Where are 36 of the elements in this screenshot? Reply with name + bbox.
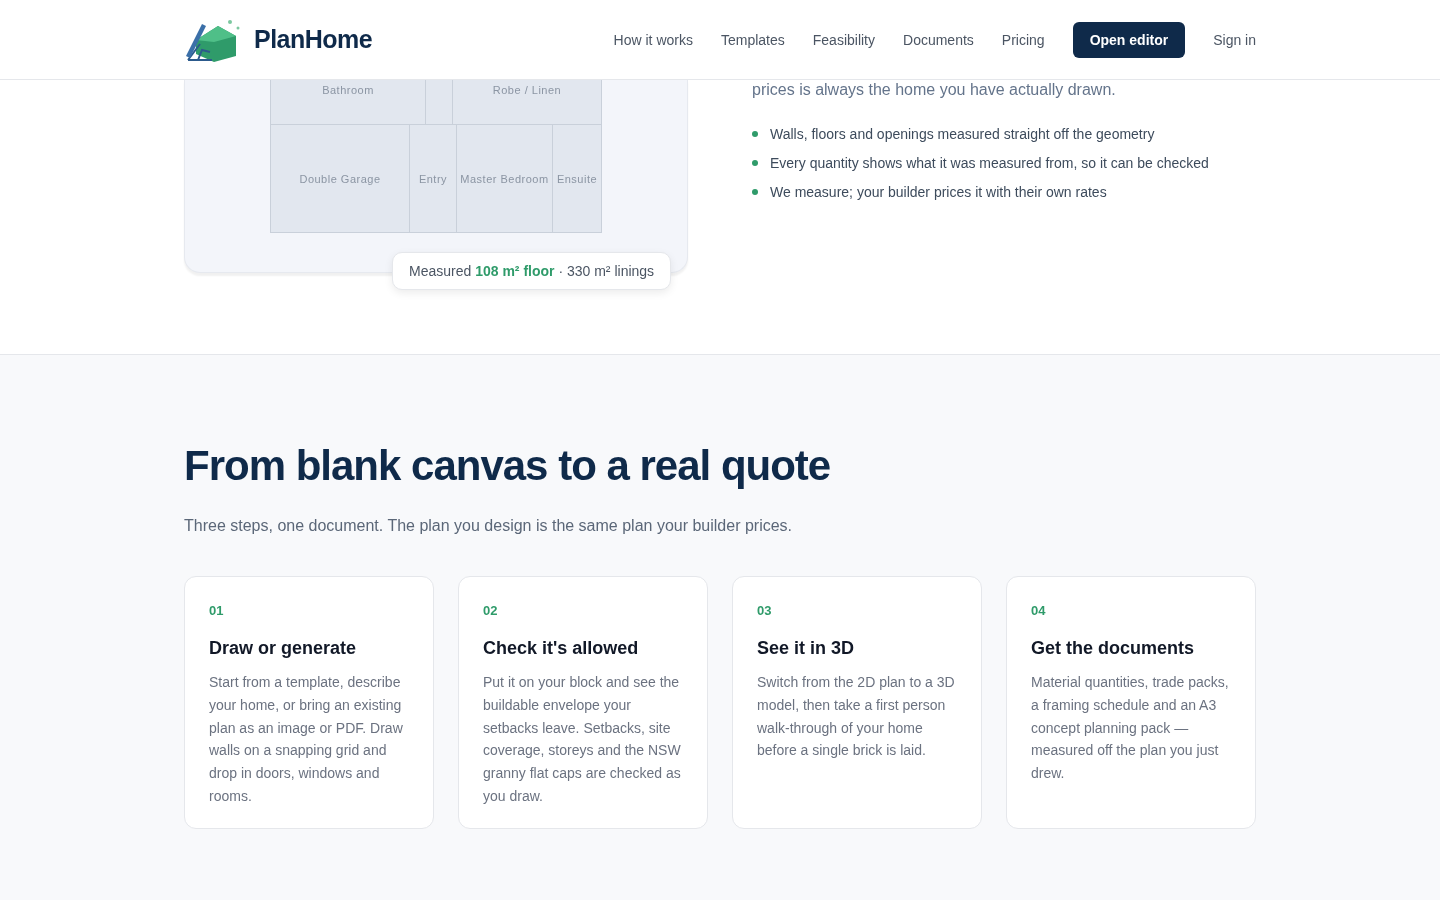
- bullet-dot-icon: [752, 189, 758, 195]
- bullet-text: Every quantity shows what it was measured from, so it can be checked: [770, 155, 1209, 171]
- room: Double Garage: [271, 125, 410, 232]
- step-text: Switch from the 2D plan to a 3D model, then take a first person walk-through of your home before a single brick is laid.: [757, 673, 956, 761]
- step-text: Start from a template, describe your home, or bring an existing plan as an image or PDF. Draw walls on a snapping grid and drop in doors, windows and rooms.: [209, 673, 404, 806]
- nav-link[interactable]: How it works: [613, 31, 693, 48]
- nav-link[interactable]: Documents: [903, 31, 974, 48]
- room: Ensuite: [555, 171, 599, 187]
- bullet-dot-icon: [752, 131, 758, 137]
- step-title: Get the documents: [1031, 638, 1196, 659]
- room: Master Bedroom: [457, 125, 553, 232]
- step-title: Draw or generate: [209, 638, 358, 659]
- bullet-text: Walls, floors and openings measured straight off the geometry: [770, 126, 1155, 142]
- nav-link[interactable]: Feasibility: [812, 31, 875, 48]
- step-title: See it in 3D: [757, 638, 856, 659]
- room: Robe / Linen: [491, 83, 563, 98]
- open-editor-button[interactable]: Open editor: [1072, 21, 1186, 58]
- nav-link[interactable]: Templates: [720, 31, 785, 48]
- step-number: 04: [1031, 603, 1047, 618]
- step-title: Check it's allowed: [483, 638, 640, 659]
- section-subtitle: Three steps, one document. The plan you design is the same plan your builder prices.: [184, 517, 794, 535]
- step-text: Material quantities, trade packs, a framing schedule and an A3 concept planning pack — measured off the plan you just drew.: [1031, 673, 1230, 784]
- step-number: 01: [209, 603, 225, 618]
- nav-link[interactable]: Pricing: [1001, 31, 1045, 48]
- room: Entry: [410, 125, 457, 232]
- bullet-text: We measure; your builder prices it with their own rates: [770, 184, 1107, 200]
- step-number: 03: [757, 603, 773, 618]
- step-text: Put it on your block and see the buildable envelope your setbacks leave. Setbacks, site coverage, storeys and the NSW granny flat caps are checked as you draw.: [483, 673, 682, 806]
- sign-in-link[interactable]: Sign in: [1213, 31, 1256, 48]
- measurement-text: Measured 108 m² floor · 330 m² linings: [409, 263, 655, 279]
- brand-name: PlanHome: [254, 25, 373, 54]
- section-title: From blank canvas to a real quote: [184, 441, 832, 491]
- intro-text: prices is always the home you have actually drawn.: [752, 80, 1117, 100]
- step-number: 02: [483, 603, 499, 618]
- bullet-dot-icon: [752, 160, 758, 166]
- room: Bathroom: [271, 80, 426, 124]
